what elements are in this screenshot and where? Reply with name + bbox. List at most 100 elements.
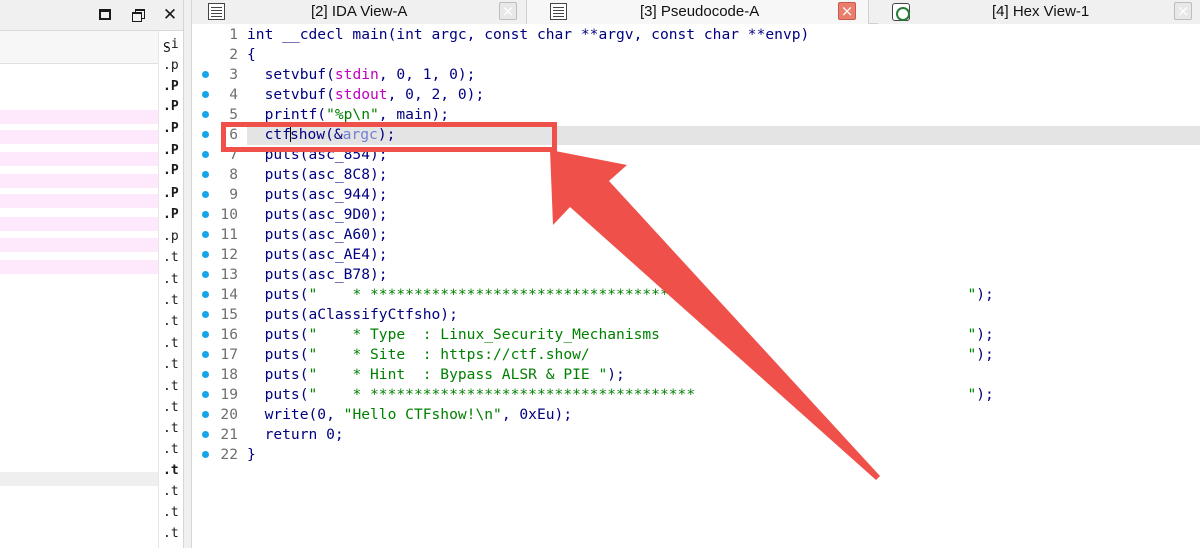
list-item[interactable] [0,152,158,166]
code-token: stdout [334,86,388,103]
breakpoint-dot-icon[interactable] [202,171,209,178]
code-line-9[interactable]: 9 puts(asc_944); [192,185,1200,205]
line-number: 17 [220,346,238,363]
code-line-12[interactable]: 12 puts(asc_AE4); [192,245,1200,265]
code-text: puts(" * *******************************… [247,285,994,305]
code-text: puts(asc_9D0); [247,205,388,225]
list-item[interactable] [0,110,158,124]
segment-name: .te [163,442,179,457]
line-number: 6 [229,126,238,143]
code-token: " * ************************************… [308,386,977,403]
code-token: puts(asc_8C8); [247,166,388,183]
breakpoint-dot-icon[interactable] [202,311,209,318]
function-list[interactable] [0,31,158,548]
breakpoint-dot-icon[interactable] [202,351,209,358]
code-token: write(0, [247,406,344,423]
close-tab-button[interactable]: × [1174,2,1192,20]
code-token: printf( [247,106,327,123]
breakpoint-dot-icon[interactable] [202,151,209,158]
list-item[interactable] [0,472,158,486]
tab-label: [4] Hex View-1 [992,3,1090,20]
code-line-7[interactable]: 7 puts(asc_854); [192,145,1200,165]
code-line-13[interactable]: 13 puts(asc_B78); [192,265,1200,285]
breakpoint-dot-icon[interactable] [202,231,209,238]
list-item[interactable] [0,130,158,144]
code-line-18[interactable]: 18 puts(" * Hint : Bypass ALSR & PIE "); [192,365,1200,385]
line-number: 5 [229,106,238,123]
code-line-17[interactable]: 17 puts(" * Site : https://ctf.show/ "); [192,345,1200,365]
breakpoint-dot-icon[interactable] [202,91,209,98]
tab-pseudocode-a[interactable]: [3] Pseudocode-A × [527,0,869,24]
code-token: "%p\n" [326,106,379,123]
segment-name: .P [163,121,179,136]
code-text: { [247,45,256,65]
breakpoint-dot-icon[interactable] [202,331,209,338]
breakpoint-dot-icon[interactable] [202,191,209,198]
code-line-1[interactable]: 1 int __cdecl main(int argc, const char *… [192,25,1200,45]
code-line-14[interactable]: 14 puts(" * ****************************… [192,285,1200,305]
restore-button[interactable] [128,5,148,25]
functions-panel: ✕ S .in.p.P.P.P.P.P.P.P.p.te.te.te.te.te… [0,0,183,548]
breakpoint-dot-icon[interactable] [202,371,209,378]
code-text: puts(aClassifyCtfsho); [247,305,458,325]
segment-name: .te [163,250,179,265]
code-token: puts( [247,346,309,363]
breakpoint-dot-icon[interactable] [202,211,209,218]
list-item[interactable] [0,194,158,208]
code-line-2[interactable]: 2{ [192,45,1200,65]
code-line-6[interactable]: 6 ctfshow(&argc); [192,125,1200,145]
code-line-3[interactable]: 3 setvbuf(stdin, 0, 1, 0); [192,65,1200,85]
code-line-19[interactable]: 19 puts(" * ****************************… [192,385,1200,405]
code-line-4[interactable]: 4 setvbuf(stdout, 0, 2, 0); [192,85,1200,105]
breakpoint-dot-icon[interactable] [202,411,209,418]
breakpoint-dot-icon[interactable] [202,251,209,258]
line-number: 21 [220,426,238,443]
pseudocode-editor[interactable]: 1 int __cdecl main(int argc, const char *… [192,24,1200,548]
tab-hex-view-1[interactable]: [4] Hex View-1 × [878,0,1200,24]
segment-name: .te [163,272,179,287]
close-panel-button[interactable]: ✕ [160,5,180,25]
code-line-16[interactable]: 16 puts(" * Type : Linux_Security_Mechan… [192,325,1200,345]
code-token: puts(asc_854); [247,146,388,163]
line-number: 1 [229,26,238,43]
list-item[interactable] [0,260,158,274]
segment-name: .te [163,314,179,329]
segment-name: .P [163,207,179,222]
code-line-22[interactable]: 22} [192,445,1200,465]
code-line-11[interactable]: 11 puts(asc_A60); [192,225,1200,245]
panel-splitter[interactable] [183,0,192,548]
code-text: puts(" * *******************************… [247,385,994,405]
code-text: puts(asc_8C8); [247,165,388,185]
segment-name: .P [163,99,179,114]
code-token: show(& [289,126,343,143]
breakpoint-dot-icon[interactable] [202,111,209,118]
list-item[interactable] [0,217,158,231]
segment-name: .in [163,37,179,52]
maximize-button[interactable] [95,5,115,25]
breakpoint-dot-icon[interactable] [202,291,209,298]
code-line-10[interactable]: 10 puts(asc_9D0); [192,205,1200,225]
close-tab-button[interactable]: × [838,2,856,20]
code-line-8[interactable]: 8 puts(asc_8C8); [192,165,1200,185]
breakpoint-dot-icon[interactable] [202,451,209,458]
code-line-5[interactable]: 5 printf("%p\n", main); [192,105,1200,125]
breakpoint-dot-icon[interactable] [202,131,209,138]
breakpoint-dot-icon[interactable] [202,271,209,278]
code-token: , 0, 2, 0); [387,86,485,103]
tab-label: [3] Pseudocode-A [640,3,760,20]
line-number: 14 [220,286,238,303]
maximize-icon [99,9,111,20]
list-item[interactable] [0,174,158,188]
code-text: setvbuf(stdout, 0, 2, 0); [247,85,485,105]
close-tab-button[interactable]: × [499,2,517,20]
code-line-15[interactable]: 15 puts(aClassifyCtfsho); [192,305,1200,325]
code-line-21[interactable]: 21 return 0; [192,425,1200,445]
tab-ida-view-a[interactable]: [2] IDA View-A × [192,0,527,24]
code-line-20[interactable]: 20 write(0, "Hello CTFshow!\n", 0xEu); [192,405,1200,425]
list-item[interactable] [0,238,158,252]
breakpoint-dot-icon[interactable] [202,71,209,78]
segment-name: .te [163,505,179,520]
breakpoint-dot-icon[interactable] [202,391,209,398]
breakpoint-dot-icon[interactable] [202,431,209,438]
line-number: 22 [220,446,238,463]
